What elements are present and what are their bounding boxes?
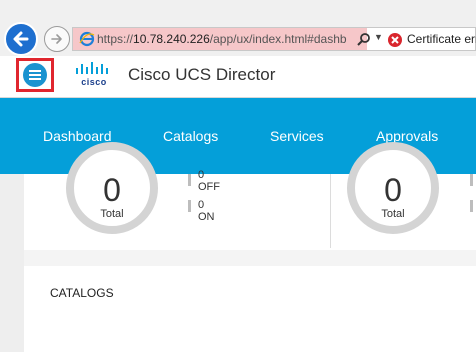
legend-off-label: OFF [198, 181, 220, 193]
catalogs-panel: CATALOGS [24, 266, 476, 352]
forward-button[interactable] [44, 26, 70, 52]
certificate-error-icon[interactable] [387, 32, 403, 48]
catalogs-heading: CATALOGS [50, 286, 114, 300]
url-scheme: https:// [97, 32, 134, 46]
dropdown-arrow-icon[interactable]: ▼ [374, 32, 383, 42]
cisco-logo-text: cisco [81, 77, 107, 87]
legend-on-label: ON [198, 211, 215, 223]
ie-icon [79, 31, 95, 47]
url-text[interactable]: https://10.78.240.226/app/ux/index.html#… [97, 32, 365, 46]
forward-arrow-icon [51, 34, 62, 44]
hamburger-menu-icon [23, 63, 47, 87]
gauge-right-value: 0 [384, 172, 402, 208]
url-host: 10.78.240.226 [133, 32, 210, 46]
search-icon[interactable] [356, 32, 372, 48]
legend-marker-right-bottom [470, 200, 473, 212]
legend-on-value: 0 [198, 199, 205, 211]
nav-item-services[interactable]: Services [270, 128, 324, 144]
gauge-right-label: Total [381, 208, 405, 220]
legend-marker-off [188, 174, 191, 186]
app-title: Cisco UCS Director [128, 65, 276, 84]
nav-item-catalogs[interactable]: Catalogs [163, 128, 218, 144]
content-gutter [0, 174, 24, 352]
url-path: /app/ux/index.html#dashb [209, 32, 347, 46]
stats-divider [330, 174, 331, 248]
address-bar[interactable]: https://10.78.240.226/app/ux/index.html#… [72, 27, 476, 51]
cisco-logo: cisco [74, 62, 114, 90]
back-arrow-icon [13, 31, 29, 47]
nav-item-dashboard[interactable]: Dashboard [43, 128, 112, 144]
certificate-error-text[interactable]: Certificate err [407, 32, 476, 46]
legend-off-value: 0 [198, 169, 205, 181]
dashboard-content: 0 Total 0 OFF 0 ON 0 Total CATALOGS [0, 142, 476, 352]
app-header: cisco Cisco UCS Director [0, 56, 476, 98]
gauge-left-label: Total [100, 208, 124, 220]
stats-panel: 0 Total 0 OFF 0 ON 0 Total [24, 142, 476, 250]
menu-toggle-button[interactable] [16, 58, 54, 92]
gauge-left-value: 0 [103, 172, 121, 208]
legend-marker-on [188, 200, 191, 212]
browser-toolbar: https://10.78.240.226/app/ux/index.html#… [0, 0, 476, 56]
legend-marker-right-top [470, 174, 473, 186]
cisco-bars-icon [76, 62, 108, 74]
back-button[interactable] [4, 22, 38, 56]
